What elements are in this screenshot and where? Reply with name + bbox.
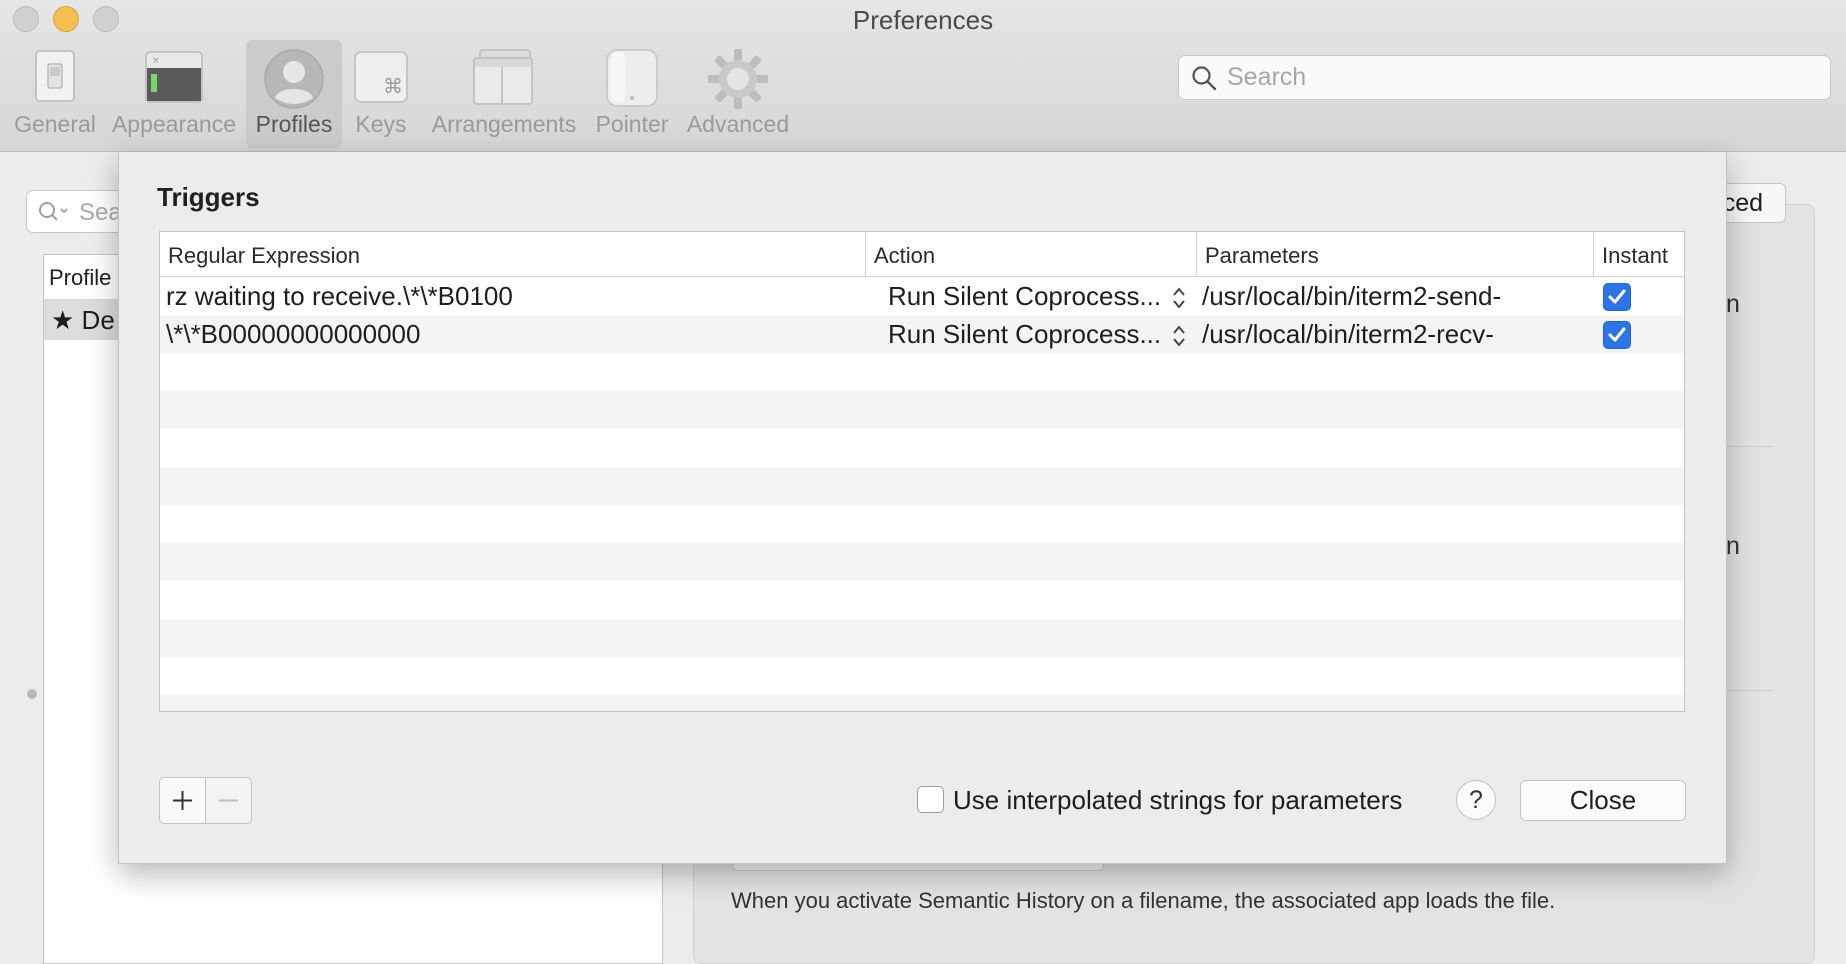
- remove-trigger-button[interactable]: [205, 777, 252, 824]
- appearance-window-icon: ×: [145, 51, 203, 103]
- preferences-search[interactable]: [1178, 55, 1831, 100]
- table-stripe: [160, 467, 1684, 505]
- toolbar-profiles[interactable]: Profiles: [246, 40, 342, 148]
- toolbar-general[interactable]: General: [6, 40, 104, 148]
- gear-icon: [708, 49, 768, 109]
- column-header-parameters-label: Parameters: [1205, 243, 1319, 268]
- updown-chevron-icon: [1173, 325, 1185, 347]
- window-title: Preferences: [852, 5, 994, 35]
- action-popup-label: Run Silent Coprocess...: [888, 281, 1162, 311]
- toolbar-keys-label: Keys: [355, 111, 407, 137]
- table-header: Regular Expression Action Parameters Ins…: [160, 232, 1684, 277]
- table-stripe: [160, 619, 1684, 657]
- toolbar-profiles-label: Profiles: [255, 111, 333, 137]
- svg-text:⌘: ⌘: [383, 74, 403, 98]
- column-header-instant-label: Instant: [1602, 243, 1669, 268]
- split-handle[interactable]: [27, 689, 37, 699]
- search-input[interactable]: [1225, 60, 1819, 95]
- column-header-instant[interactable]: Instant: [1593, 232, 1684, 276]
- checkmark-icon: [1608, 289, 1626, 304]
- toolbar-appearance-label: Appearance: [111, 111, 237, 137]
- updown-chevron-icon: [1173, 287, 1185, 309]
- profile-list-header-label: Profile: [49, 265, 112, 290]
- toolbar-pointer[interactable]: Pointer: [590, 40, 674, 148]
- interpolated-strings-label[interactable]: Use interpolated strings for parameters: [953, 785, 1402, 816]
- action-popup-label: Run Silent Coprocess...: [888, 319, 1162, 349]
- search-icon: [1192, 66, 1217, 91]
- column-header-regex-label: Regular Expression: [168, 243, 360, 268]
- background-text-fragment: n: [1726, 532, 1740, 560]
- toolbar-keys[interactable]: ⌘ Keys: [348, 40, 414, 148]
- column-header-action-label: Action: [874, 243, 936, 268]
- table-stripe: [160, 695, 1684, 711]
- parameters-cell[interactable]: /usr/local/bin/iterm2-send-: [1202, 281, 1586, 312]
- action-popup[interactable]: Run Silent Coprocess...: [888, 319, 1161, 350]
- add-remove-control: [159, 777, 252, 824]
- toolbar-advanced-label: Advanced: [686, 111, 790, 137]
- toolbar-arrangements-label: Arrangements: [431, 111, 577, 137]
- title-bar: Preferences General × Appearance Profile…: [0, 0, 1846, 152]
- regex-cell[interactable]: \*\*B00000000000000: [166, 319, 856, 350]
- star-icon: ★: [51, 305, 75, 335]
- background-text-fragment: n: [1726, 290, 1740, 318]
- close-button[interactable]: Close: [1520, 780, 1686, 821]
- toolbar-general-label: General: [14, 111, 96, 137]
- column-header-regex[interactable]: Regular Expression: [160, 232, 865, 276]
- semantic-history-note: When you activate Semantic History on a …: [731, 888, 1556, 913]
- regex-cell[interactable]: rz waiting to receive.\*\*B0100: [166, 281, 856, 312]
- minus-icon: [219, 799, 238, 802]
- checkmark-icon: [1608, 327, 1626, 342]
- triggers-table[interactable]: Regular Expression Action Parameters Ins…: [159, 231, 1685, 712]
- general-switch-icon: [35, 50, 75, 102]
- window-arrangement-icon: [473, 49, 533, 105]
- tab-advanced-label: ced: [1722, 189, 1763, 217]
- profile-person-icon: [264, 49, 324, 109]
- profile-row-name: De: [81, 305, 115, 335]
- svg-text:×: ×: [152, 56, 160, 66]
- toolbar-pointer-label: Pointer: [595, 111, 669, 137]
- triggers-sheet: Triggers Regular Expression Action Param…: [118, 152, 1727, 864]
- table-stripe: [160, 543, 1684, 581]
- instant-checkbox[interactable]: [1603, 283, 1631, 311]
- profile-search-placeholder: Sea: [79, 199, 122, 226]
- column-header-parameters[interactable]: Parameters: [1196, 232, 1593, 276]
- column-header-action[interactable]: Action: [865, 232, 1196, 276]
- instant-checkbox[interactable]: [1603, 321, 1631, 349]
- command-key-icon: ⌘: [354, 51, 408, 103]
- toolbar-appearance[interactable]: × Appearance: [110, 40, 238, 148]
- mouse-icon: [606, 49, 658, 107]
- table-stripe: [160, 391, 1684, 429]
- table-row[interactable]: \*\*B00000000000000 Run Silent Coprocess…: [160, 315, 1684, 353]
- plus-icon: [173, 791, 192, 810]
- interpolated-strings-checkbox[interactable]: [917, 786, 944, 813]
- add-trigger-button[interactable]: [159, 777, 206, 824]
- toolbar-arrangements[interactable]: Arrangements: [426, 40, 582, 148]
- toolbar-advanced[interactable]: Advanced: [684, 40, 792, 148]
- parameters-cell[interactable]: /usr/local/bin/iterm2-recv-: [1202, 319, 1586, 350]
- help-button[interactable]: ?: [1456, 780, 1496, 820]
- table-row[interactable]: rz waiting to receive.\*\*B0100 Run Sile…: [160, 277, 1684, 315]
- action-popup[interactable]: Run Silent Coprocess...: [888, 281, 1161, 312]
- table-body: rz waiting to receive.\*\*B0100 Run Sile…: [160, 277, 1684, 711]
- search-menu-icon: [39, 202, 68, 221]
- sheet-title: Triggers: [157, 182, 260, 212]
